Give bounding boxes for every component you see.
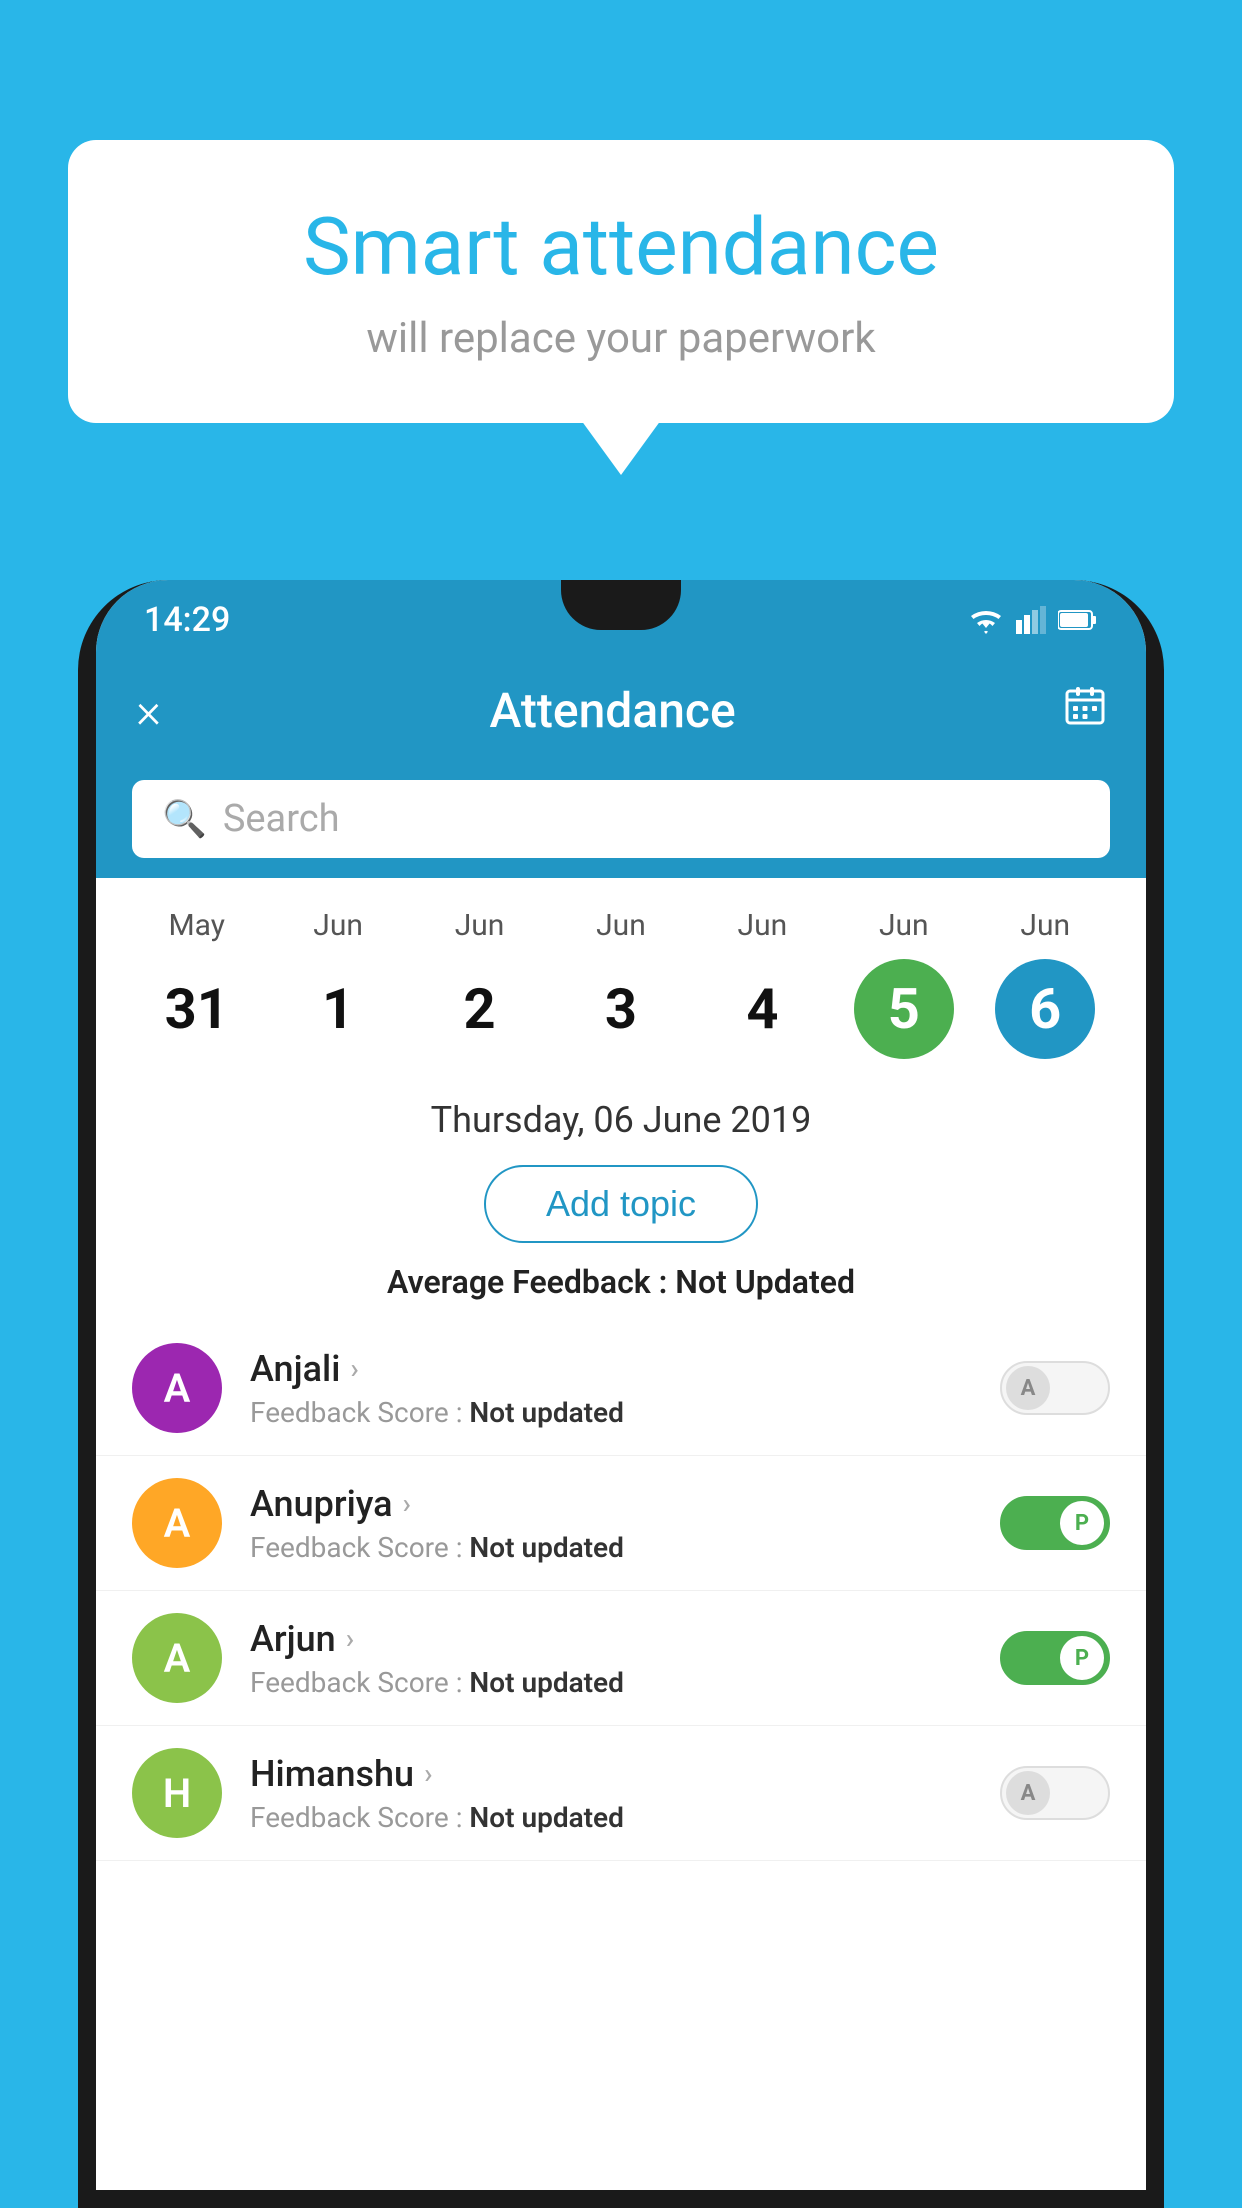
toggle-container[interactable]: P [1000, 1496, 1110, 1550]
wifi-icon [968, 606, 1004, 634]
status-bar-time: 14:29 [144, 600, 230, 640]
search-bar[interactable]: 🔍 Search [132, 780, 1110, 858]
student-feedback: Feedback Score : Not updated [250, 1531, 972, 1564]
notch [561, 580, 681, 630]
toggle-container[interactable]: A [1000, 1766, 1110, 1820]
student-avatar: A [132, 1343, 222, 1433]
student-name: Anupriya › [250, 1483, 972, 1525]
phone-inner: 14:29 [96, 580, 1146, 2190]
toggle-container[interactable]: P [1000, 1631, 1110, 1685]
student-name: Anjali › [250, 1348, 972, 1390]
attendance-toggle[interactable]: A [1000, 1361, 1110, 1415]
calendar-day-0[interactable]: May 31 [137, 908, 257, 1059]
student-item[interactable]: H Himanshu › Feedback Score : Not updated A [96, 1726, 1146, 1861]
search-bar-container: 🔍 Search [96, 760, 1146, 878]
calendar-day-1[interactable]: Jun 1 [278, 908, 398, 1059]
cal-month: Jun [455, 908, 505, 943]
student-avatar: A [132, 1478, 222, 1568]
toggle-knob: P [1060, 1636, 1104, 1680]
student-name: Arjun › [250, 1618, 972, 1660]
speech-bubble-container: Smart attendance will replace your paper… [68, 140, 1174, 423]
student-item[interactable]: A Anjali › Feedback Score : Not updated A [96, 1321, 1146, 1456]
student-feedback: Feedback Score : Not updated [250, 1666, 972, 1699]
add-topic-button[interactable]: Add topic [484, 1165, 758, 1243]
status-bar: 14:29 [96, 580, 1146, 660]
feedback-value: Not updated [469, 1396, 623, 1429]
chevron-right-icon: › [403, 1487, 411, 1520]
search-input[interactable]: Search [223, 797, 340, 841]
selected-date: Thursday, 06 June 2019 [96, 1079, 1146, 1155]
student-feedback: Feedback Score : Not updated [250, 1396, 972, 1429]
cal-num: 2 [430, 959, 530, 1059]
app-title: Attendance [489, 682, 735, 739]
student-item[interactable]: A Anupriya › Feedback Score : Not updated P [96, 1456, 1146, 1591]
speech-bubble-subtitle: will replace your paperwork [148, 314, 1094, 363]
toggle-knob: A [1006, 1771, 1050, 1815]
student-list: AAnjali ›Feedback Score : Not updatedAAA… [96, 1321, 1146, 1861]
toggle-knob: A [1006, 1366, 1050, 1410]
calendar-day-2[interactable]: Jun 2 [420, 908, 540, 1059]
search-icon: 🔍 [162, 798, 207, 840]
cal-month: Jun [1020, 908, 1070, 943]
cal-month: May [168, 908, 224, 943]
cal-num: 3 [571, 959, 671, 1059]
attendance-toggle[interactable]: P [1000, 1496, 1110, 1550]
close-button[interactable]: × [136, 682, 161, 739]
toggle-knob: P [1060, 1501, 1104, 1545]
cal-month: Jun [596, 908, 646, 943]
cal-num: 5 [854, 959, 954, 1059]
app-header: × Attendance [96, 660, 1146, 760]
cal-num: 6 [995, 959, 1095, 1059]
cal-num: 1 [288, 959, 388, 1059]
chevron-right-icon: › [350, 1352, 358, 1385]
cal-num: 31 [147, 959, 247, 1059]
cal-month: Jun [313, 908, 363, 943]
calendar-strip: May 31 Jun 1 Jun 2 Jun 3 Jun 4 Jun 5 Jun 6 [96, 878, 1146, 1079]
cal-month: Jun [879, 908, 929, 943]
student-info: Anupriya › Feedback Score : Not updated [250, 1483, 972, 1564]
student-info: Anjali › Feedback Score : Not updated [250, 1348, 972, 1429]
cal-month: Jun [738, 908, 788, 943]
attendance-toggle[interactable]: P [1000, 1631, 1110, 1685]
average-feedback: Average Feedback : Not Updated [96, 1263, 1146, 1321]
calendar-icon[interactable] [1064, 684, 1106, 736]
student-avatar: A [132, 1613, 222, 1703]
speech-bubble: Smart attendance will replace your paper… [68, 140, 1174, 423]
toggle-container[interactable]: A [1000, 1361, 1110, 1415]
chevron-right-icon: › [346, 1622, 354, 1655]
student-item[interactable]: A Arjun › Feedback Score : Not updated P [96, 1591, 1146, 1726]
feedback-value: Not updated [469, 1801, 623, 1834]
cal-num: 4 [712, 959, 812, 1059]
calendar-day-3[interactable]: Jun 3 [561, 908, 681, 1059]
calendar-day-5[interactable]: Jun 5 [844, 908, 964, 1059]
avg-feedback-value: Not Updated [675, 1263, 855, 1301]
battery-icon [1058, 609, 1098, 631]
avg-feedback-label: Average Feedback : [387, 1263, 667, 1301]
student-name: Himanshu › [250, 1753, 972, 1795]
calendar-day-6[interactable]: Jun 6 [985, 908, 1105, 1059]
status-icons [968, 606, 1098, 634]
student-feedback: Feedback Score : Not updated [250, 1801, 972, 1834]
chevron-right-icon: › [424, 1757, 432, 1790]
student-avatar: H [132, 1748, 222, 1838]
attendance-toggle[interactable]: A [1000, 1766, 1110, 1820]
phone-frame: 14:29 [78, 580, 1164, 2208]
speech-bubble-title: Smart attendance [148, 200, 1094, 294]
student-info: Himanshu › Feedback Score : Not updated [250, 1753, 972, 1834]
calendar-day-4[interactable]: Jun 4 [702, 908, 822, 1059]
feedback-value: Not updated [469, 1666, 623, 1699]
student-info: Arjun › Feedback Score : Not updated [250, 1618, 972, 1699]
signal-icon [1016, 606, 1046, 634]
feedback-value: Not updated [469, 1531, 623, 1564]
